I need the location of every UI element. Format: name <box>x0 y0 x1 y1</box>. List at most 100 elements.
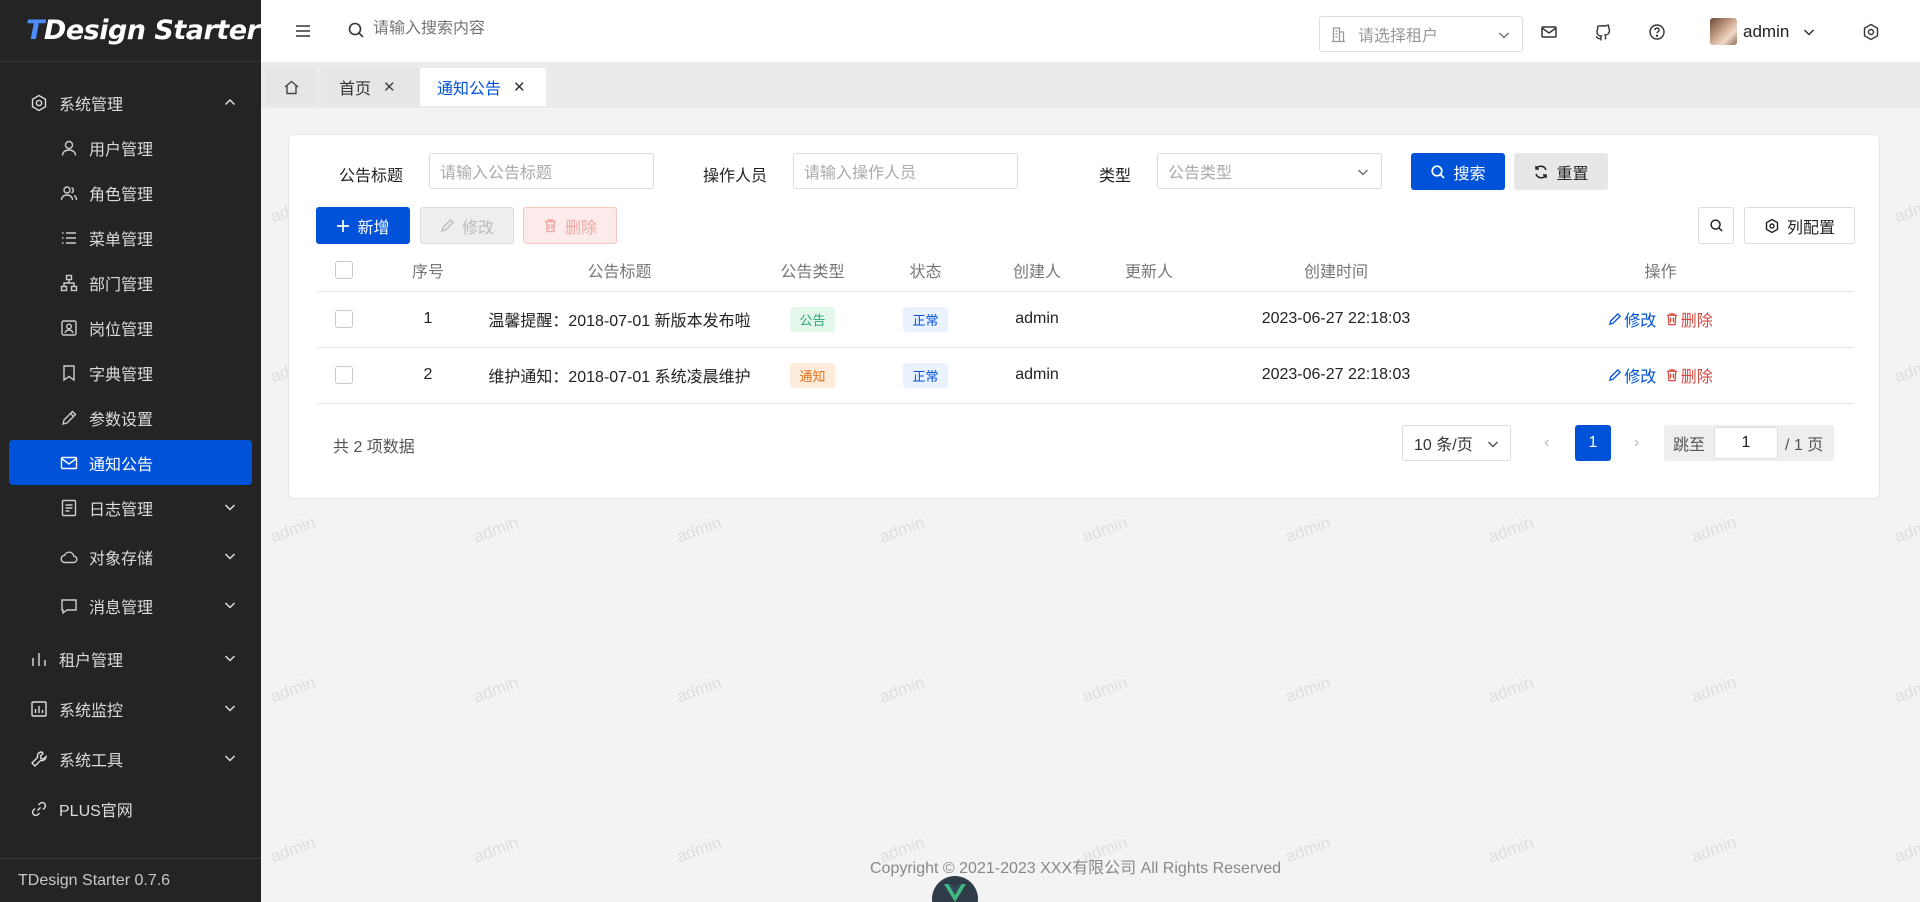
settings-icon[interactable] <box>1861 22 1881 42</box>
edit-button[interactable]: 修改 <box>420 207 514 244</box>
sidebar-item-log[interactable]: 日志管理 <box>9 485 252 530</box>
sidebar-group-monitor[interactable]: 系统监控 <box>9 686 252 731</box>
watermark-text: admin <box>1688 672 1739 707</box>
add-button[interactable]: 新增 <box>316 207 410 244</box>
mail-icon <box>59 453 79 473</box>
close-icon[interactable]: ✕ <box>383 78 396 96</box>
row-delete-label: 删除 <box>1680 369 1713 386</box>
next-page-button[interactable]: › <box>1634 434 1639 452</box>
table-header-row: 序号 公告标题 公告类型 状态 创建人 更新人 创建时间 操作 <box>316 250 1854 291</box>
column-config-button[interactable]: 列配置 <box>1744 207 1855 244</box>
row-checkbox[interactable] <box>335 309 353 328</box>
tab-home-icon[interactable] <box>266 68 316 106</box>
jump-input[interactable]: 1 <box>1714 427 1778 459</box>
sidebar-item-label: 日志管理 <box>89 501 154 519</box>
close-icon[interactable]: ✕ <box>513 78 526 96</box>
sidebar-item-user[interactable]: 用户管理 <box>9 125 252 170</box>
edit-icon <box>1609 312 1622 326</box>
sidebar-item-post[interactable]: 岗位管理 <box>9 305 252 350</box>
tenant-select[interactable]: 请选择租户 <box>1319 16 1523 52</box>
user-icon <box>59 138 79 158</box>
watermark-text: admin <box>1891 352 1920 387</box>
col-header-creator: 创建人 <box>1012 264 1061 282</box>
reset-button[interactable]: 重置 <box>1514 153 1608 190</box>
column-config-label: 列配置 <box>1786 219 1835 237</box>
filter-title-input[interactable]: 请输入公告标题 <box>429 153 654 189</box>
sidebar-item-role[interactable]: 角色管理 <box>9 170 252 215</box>
sidebar-item-menu[interactable]: 菜单管理 <box>9 215 252 260</box>
watermark-text: admin <box>1485 672 1536 707</box>
row-checkbox[interactable] <box>335 365 353 384</box>
notice-card: 公告标题 请输入公告标题 操作人员 请输入操作人员 类型 公告类型 搜索 重置 … <box>288 134 1880 499</box>
watermark-text: admin <box>1891 192 1920 227</box>
sidebar-group-label: PLUS官网 <box>59 802 133 820</box>
sidebar-item-label: 消息管理 <box>89 599 154 617</box>
sidebar-group-plus[interactable]: PLUS官网 <box>9 786 252 831</box>
chevron-down-icon <box>224 705 236 712</box>
chevron-up-icon <box>224 98 236 106</box>
org-icon <box>59 273 79 293</box>
select-all-checkbox[interactable] <box>335 261 353 280</box>
search-button[interactable]: 搜索 <box>1411 153 1505 190</box>
page-size-select[interactable]: 10 条/页 <box>1402 425 1511 461</box>
prev-page-button[interactable]: ‹ <box>1544 434 1549 452</box>
app-logo[interactable]: TDesign Starter <box>0 0 261 62</box>
status-badge: 正常 <box>903 306 948 332</box>
tab-notice[interactable]: 通知公告 ✕ <box>420 68 546 106</box>
hamburger-icon[interactable] <box>293 21 313 41</box>
chevron-down-icon <box>1804 28 1815 36</box>
filter-title-label: 公告标题 <box>339 168 404 185</box>
sidebar-item-dict[interactable]: 字典管理 <box>9 350 252 395</box>
github-icon[interactable] <box>1593 22 1613 42</box>
search-icon <box>1709 219 1723 232</box>
filter-type-select[interactable]: 公告类型 <box>1157 153 1382 189</box>
filter-operator-input[interactable]: 请输入操作人员 <box>793 153 1018 189</box>
col-header-created: 创建时间 <box>1303 264 1368 282</box>
sidebar-item-storage[interactable]: 对象存储 <box>9 534 252 579</box>
sidebar-group-system[interactable]: 系统管理 <box>9 80 252 125</box>
help-icon[interactable] <box>1647 22 1667 42</box>
sidebar-group-label: 系统监控 <box>59 702 124 720</box>
badge-icon <box>59 318 79 338</box>
search-icon <box>348 22 364 38</box>
row-delete-link[interactable]: 删除 <box>1665 307 1713 331</box>
sidebar-item-label: 通知公告 <box>89 456 154 474</box>
user-menu[interactable]: admin <box>1710 18 1817 45</box>
row-edit-link[interactable]: 修改 <box>1608 363 1656 387</box>
tool-icon <box>29 749 49 769</box>
sidebar-item-params[interactable]: 参数设置 <box>9 395 252 440</box>
col-header-index: 序号 <box>411 264 444 282</box>
row-delete-link[interactable]: 删除 <box>1665 363 1713 387</box>
watermark-text: admin <box>1485 832 1536 867</box>
sidebar-group-tools[interactable]: 系统工具 <box>9 736 252 781</box>
global-search-input[interactable] <box>373 20 673 38</box>
col-header-status: 状态 <box>909 264 942 282</box>
chart-icon <box>29 649 49 669</box>
cell-title: 维护通知：2018-07-01 系统凌晨维护 <box>484 346 755 404</box>
delete-button[interactable]: 删除 <box>523 207 617 244</box>
edit-button-label: 修改 <box>461 219 494 237</box>
top-bar: 请选择租户 admin <box>261 0 1920 63</box>
mail-icon[interactable] <box>1539 22 1559 42</box>
sidebar: TDesign Starter 系统管理 用户管理 角色管理 菜单管理 部门管理 <box>0 0 261 902</box>
tab-home[interactable]: 首页 ✕ <box>321 68 421 106</box>
type-placeholder: 公告类型 <box>1168 165 1233 182</box>
vue-devtools-badge[interactable] <box>932 876 978 902</box>
delete-button-label: 删除 <box>564 219 597 237</box>
row-delete-label: 删除 <box>1680 313 1713 330</box>
page-size-value: 10 条/页 <box>1414 437 1473 454</box>
sidebar-group-tenant[interactable]: 租户管理 <box>9 636 252 681</box>
filter-operator-label: 操作人员 <box>703 168 768 185</box>
table-search-button[interactable] <box>1698 207 1734 244</box>
row-edit-link[interactable]: 修改 <box>1608 307 1656 331</box>
bookmark-icon <box>59 363 79 383</box>
sidebar-item-message[interactable]: 消息管理 <box>9 583 252 628</box>
sidebar-item-dept[interactable]: 部门管理 <box>9 260 252 305</box>
page-number-current[interactable]: 1 <box>1575 425 1611 461</box>
sidebar-item-notice[interactable]: 通知公告 <box>9 440 252 485</box>
cell-created: 2023-06-27 22:18:03 <box>1205 290 1467 347</box>
watermark-text: admin <box>1282 512 1333 547</box>
cell-index: 2 <box>372 346 484 404</box>
total-count: 共 2 项数据 <box>333 439 415 456</box>
row-edit-label: 修改 <box>1624 313 1657 330</box>
